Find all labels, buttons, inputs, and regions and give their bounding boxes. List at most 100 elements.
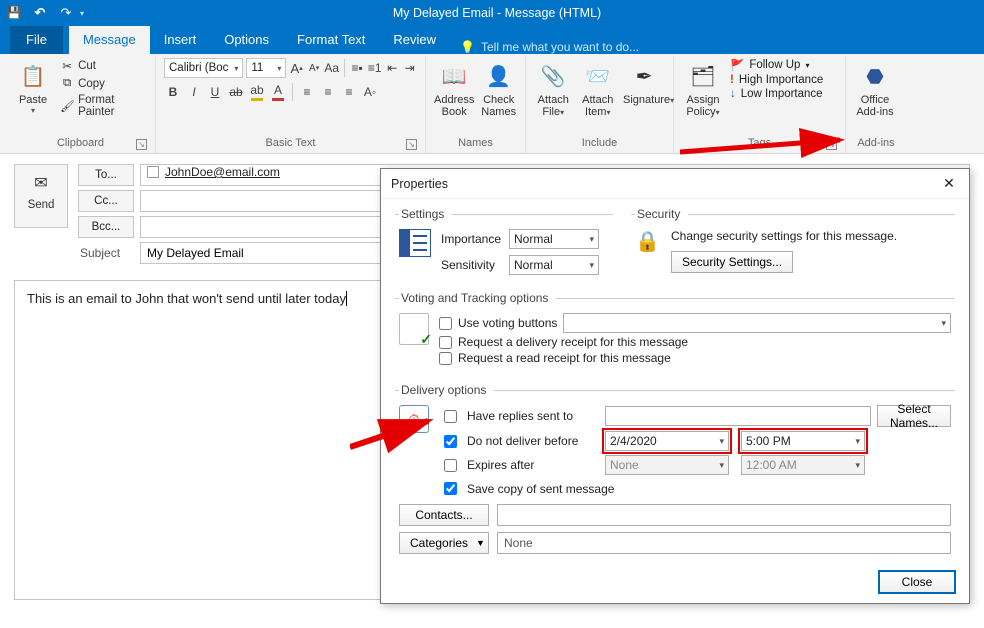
settings-legend: Settings xyxy=(399,207,452,221)
font-color-button[interactable]: A xyxy=(269,82,287,102)
clipboard-dialog-launcher[interactable]: ↘ xyxy=(136,139,147,150)
group-basic-text: Calibri (Boc▾ 11▾ A▴ A▾ Aa ≡▪ ≡1 ⇤ ⇥ B I… xyxy=(156,56,426,153)
group-basic-text-label: Basic Text↘ xyxy=(164,135,417,153)
save-copy-checkbox[interactable] xyxy=(443,482,458,495)
font-family-combo[interactable]: Calibri (Boc▾ xyxy=(164,58,243,78)
underline-button[interactable]: U xyxy=(206,82,224,102)
save-icon[interactable] xyxy=(6,5,22,21)
basic-text-dialog-launcher[interactable]: ↘ xyxy=(406,139,417,150)
down-arrow-icon: ↓ xyxy=(730,88,736,100)
follow-up-button[interactable]: 🚩Follow Up▾ xyxy=(730,58,823,72)
cut-button[interactable]: ✂Cut xyxy=(58,58,147,74)
deliver-time-combo[interactable]: 5:00 PM▾ xyxy=(741,431,865,451)
font-size-value: 11 xyxy=(251,62,263,74)
categories-value: None xyxy=(504,536,533,550)
save-copy-label: Save copy of sent message xyxy=(467,482,951,496)
bulb-icon xyxy=(460,40,475,54)
strikethrough-button[interactable]: ab xyxy=(227,82,245,102)
importance-combo[interactable]: Normal▾ xyxy=(509,229,599,249)
tags-dialog-launcher[interactable]: ↘ xyxy=(826,139,837,150)
delivery-receipt-checkbox[interactable]: Request a delivery receipt for this mess… xyxy=(439,335,951,349)
signature-button[interactable]: ✒Signature▾ xyxy=(623,58,665,118)
high-importance-label: High Importance xyxy=(739,74,823,86)
address-book-button[interactable]: 📖Address Book xyxy=(434,58,474,118)
group-clipboard: 📋 Paste ▾ ✂Cut ⧉Copy 🖌Format Painter Cli… xyxy=(6,56,156,153)
qat-customize-caret[interactable]: ▾ xyxy=(80,9,84,18)
attach-file-label: Attach File xyxy=(538,94,569,118)
do-not-deliver-checkbox[interactable] xyxy=(443,435,458,448)
tab-options[interactable]: Options xyxy=(210,26,283,54)
tab-format-text[interactable]: Format Text xyxy=(283,26,379,54)
change-case-button[interactable]: Aa xyxy=(324,58,339,78)
group-addins: ⬣Office Add-ins Add-ins xyxy=(846,56,906,153)
categories-button[interactable]: Categories▼ xyxy=(399,532,489,554)
undo-icon[interactable]: ↶ xyxy=(32,5,48,21)
read-receipt-checkbox[interactable]: Request a read receipt for this message xyxy=(439,351,951,365)
importance-label: Importance xyxy=(441,232,509,246)
align-center-button[interactable]: ≡ xyxy=(319,82,337,102)
expires-after-checkbox[interactable] xyxy=(443,459,458,472)
paste-button[interactable]: 📋 Paste ▾ xyxy=(14,58,52,119)
format-painter-button[interactable]: 🖌Format Painter xyxy=(58,93,147,119)
tab-review[interactable]: Review xyxy=(379,26,450,54)
indent-left-button[interactable]: ⇤ xyxy=(385,58,400,78)
contacts-button[interactable]: Contacts... xyxy=(399,504,489,526)
select-names-button[interactable]: Select Names... xyxy=(877,405,951,427)
attach-item-button[interactable]: 📨Attach Item▾ xyxy=(579,58,618,118)
categories-label: Categories xyxy=(410,536,468,550)
redo-icon[interactable]: ↷ xyxy=(58,5,74,21)
clear-formatting-button[interactable]: A◦ xyxy=(361,82,379,102)
bullets-button[interactable]: ≡▪ xyxy=(350,58,365,78)
bcc-button[interactable]: Bcc... xyxy=(78,216,134,238)
tab-message[interactable]: Message xyxy=(69,26,150,54)
group-include-label: Include xyxy=(534,135,665,153)
highlight-button[interactable]: ab xyxy=(248,82,266,102)
group-tags-label: Tags↘ xyxy=(682,135,837,153)
categories-field[interactable]: None xyxy=(497,532,951,554)
high-importance-button[interactable]: ! High Importance xyxy=(730,74,823,86)
exclamation-icon: ! xyxy=(730,74,734,86)
numbering-button[interactable]: ≡1 xyxy=(367,58,382,78)
voting-buttons-combo[interactable]: ▾ xyxy=(563,313,951,333)
italic-button[interactable]: I xyxy=(185,82,203,102)
close-button[interactable]: Close xyxy=(879,571,955,593)
security-settings-button[interactable]: Security Settings... xyxy=(671,251,793,273)
paste-icon: 📋 xyxy=(17,60,49,92)
have-replies-checkbox[interactable] xyxy=(443,410,458,423)
do-not-deliver-label: Do not deliver before xyxy=(467,434,599,448)
delivery-icon: ⏱ xyxy=(399,405,429,433)
align-left-button[interactable]: ≡ xyxy=(298,82,316,102)
office-addins-button[interactable]: ⬣Office Add-ins xyxy=(854,58,896,118)
tab-insert[interactable]: Insert xyxy=(150,26,211,54)
send-button[interactable]: ✉ Send xyxy=(14,164,68,228)
attach-file-button[interactable]: 📎Attach File▾ xyxy=(534,58,573,118)
flag-icon: 🚩 xyxy=(730,58,744,72)
dialog-close-button[interactable]: ✕ xyxy=(939,174,959,194)
have-replies-input[interactable] xyxy=(605,406,871,426)
send-icon: ✉ xyxy=(15,173,67,193)
indent-right-button[interactable]: ⇥ xyxy=(402,58,417,78)
to-button[interactable]: To... xyxy=(78,164,134,186)
low-importance-button[interactable]: ↓Low Importance xyxy=(730,88,823,100)
group-addins-label: Add-ins xyxy=(854,135,898,153)
cc-button[interactable]: Cc... xyxy=(78,190,134,212)
signature-label: Signature xyxy=(623,94,670,106)
deliver-date-combo[interactable]: 2/4/2020▾ xyxy=(605,431,729,451)
use-voting-checkbox[interactable]: Use voting buttons xyxy=(439,316,557,330)
copy-button[interactable]: ⧉Copy xyxy=(58,76,147,91)
bold-button[interactable]: B xyxy=(164,82,182,102)
contacts-field[interactable] xyxy=(497,504,951,526)
to-recipient[interactable]: JohnDoe@email.com xyxy=(147,165,280,179)
check-names-button[interactable]: 👤Check Names xyxy=(480,58,517,118)
assign-policy-button[interactable]: 🗂Assign Policy▾ xyxy=(682,58,724,118)
font-size-combo[interactable]: 11▾ xyxy=(246,58,286,78)
align-right-button[interactable]: ≡ xyxy=(340,82,358,102)
shrink-font-button[interactable]: A▾ xyxy=(307,58,322,78)
paste-caret[interactable]: ▾ xyxy=(14,106,52,115)
sensitivity-combo[interactable]: Normal▾ xyxy=(509,255,599,275)
tab-file[interactable]: File xyxy=(10,26,63,54)
use-voting-label: Use voting buttons xyxy=(458,316,557,330)
grow-font-button[interactable]: A▴ xyxy=(289,58,304,78)
tell-me[interactable]: Tell me what you want to do... xyxy=(450,40,649,54)
group-include: 📎Attach File▾ 📨Attach Item▾ ✒Signature▾ … xyxy=(526,56,674,153)
